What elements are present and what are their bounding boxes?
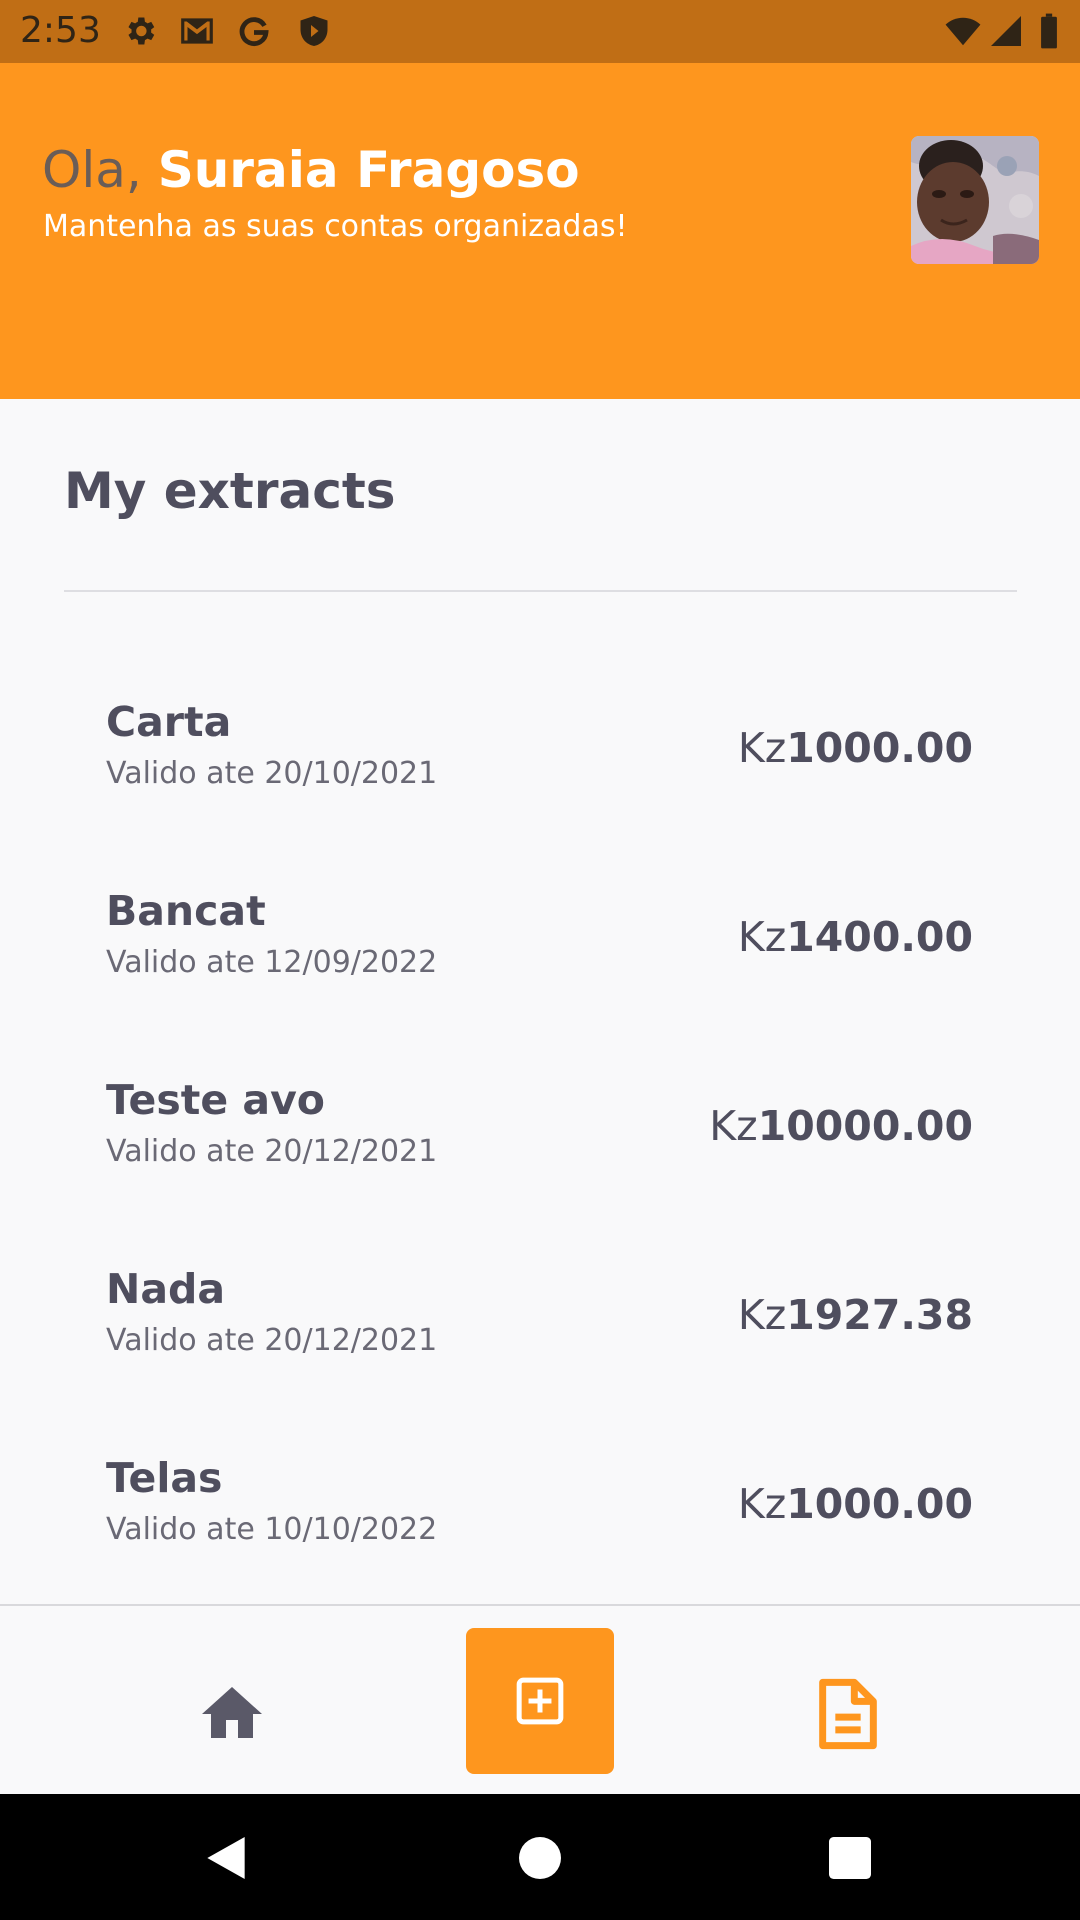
extract-amount: Kz1400.00 [738,913,973,961]
document-icon [819,1678,877,1750]
currency: Kz [737,1291,787,1339]
greeting: Ola, Suraia Fragoso [42,141,580,199]
gear-icon [122,12,158,50]
signal-icon [988,12,1024,50]
currency: Kz [737,724,787,772]
wifi-icon [942,12,984,50]
gmail-icon [176,12,218,50]
battery-icon [1038,12,1060,50]
extract-amount: Kz1927.38 [738,1291,973,1339]
google-g-icon [236,12,272,50]
nav-add-button[interactable] [466,1628,614,1774]
extract-name: Nada [106,1265,225,1313]
extract-amount: Kz1000.00 [738,1480,973,1528]
system-nav-bar [0,1794,1080,1920]
header-subtitle: Mantenha as suas contas organizadas! [43,209,628,244]
extract-name: Telas [106,1454,223,1502]
extract-amount: Kz10000.00 [709,1102,973,1150]
currency: Kz [737,913,787,961]
extract-amount: Kz1000.00 [738,724,973,772]
amount-value: 1000.00 [786,1480,973,1528]
list-item[interactable]: Bancat Valido ate 12/09/2022 Kz1400.00 [0,887,1080,1037]
list-item[interactable]: Carta Valido ate 20/10/2021 Kz1000.00 [0,698,1080,848]
add-box-icon [516,1677,564,1725]
list-item[interactable]: Telas Valido ate 10/10/2022 Kz1000.00 [0,1454,1080,1604]
status-time: 2:53 [20,10,101,51]
divider [64,590,1017,592]
nav-documents-button[interactable] [813,1676,883,1752]
home-icon [202,1687,262,1738]
amount-value: 1000.00 [786,724,973,772]
amount-value: 1927.38 [786,1291,973,1339]
extract-valid-date: Valido ate 20/12/2021 [106,1134,438,1169]
extract-name: Teste avo [106,1076,325,1124]
greeting-prefix: Ola, [42,141,142,199]
shield-icon [296,12,332,50]
home-circle-icon[interactable] [512,1830,568,1886]
currency: Kz [709,1102,758,1150]
extract-name: Bancat [106,887,266,935]
bottom-nav [0,1604,1080,1796]
avatar[interactable] [911,136,1039,264]
extract-valid-date: Valido ate 12/09/2022 [106,945,438,980]
extract-valid-date: Valido ate 10/10/2022 [106,1512,438,1547]
extract-valid-date: Valido ate 20/10/2021 [106,756,438,791]
extract-name: Carta [106,698,232,746]
amount-value: 10000.00 [757,1102,973,1150]
user-name: Suraia Fragoso [157,141,580,199]
list-item[interactable]: Nada Valido ate 20/12/2021 Kz1927.38 [0,1265,1080,1415]
back-icon[interactable] [198,1830,254,1886]
app-screen: 2:53 Ola, Suraia Fragoso Mantenha as sua… [0,0,1080,1920]
list-item[interactable]: Teste avo Valido ate 20/12/2021 Kz10000.… [0,1076,1080,1226]
section-title: My extracts [64,462,396,520]
user-avatar-photo [911,136,1039,264]
header: Ola, Suraia Fragoso Mantenha as suas con… [0,63,1080,399]
extract-valid-date: Valido ate 20/12/2021 [106,1323,438,1358]
nav-home-button[interactable] [196,1678,268,1750]
currency: Kz [737,1480,787,1528]
amount-value: 1400.00 [786,913,973,961]
recents-icon[interactable] [822,1830,878,1886]
status-bar: 2:53 [0,0,1080,63]
